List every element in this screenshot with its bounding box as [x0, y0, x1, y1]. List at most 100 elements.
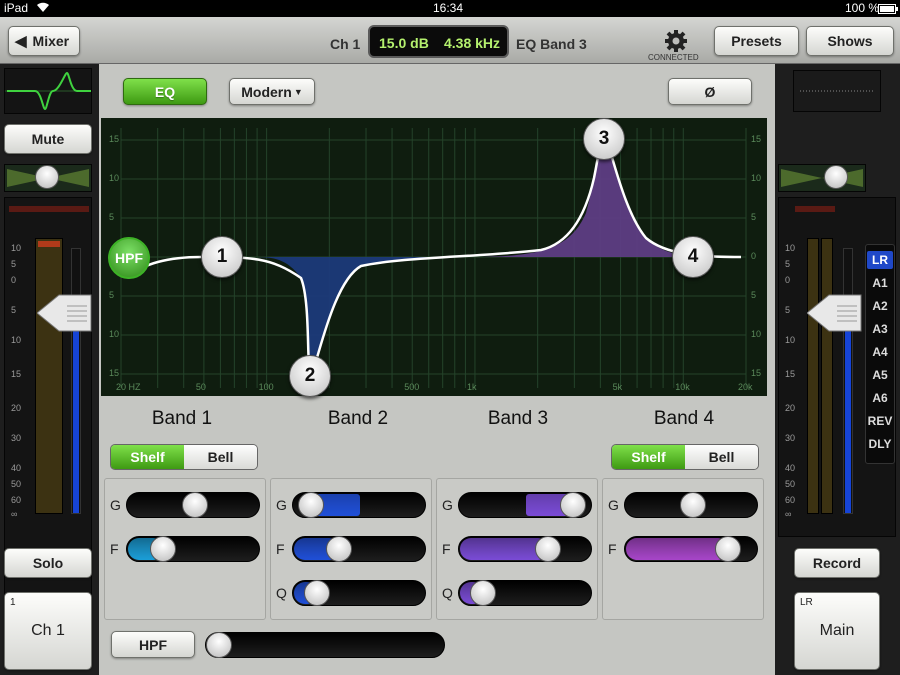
master-pan-knob[interactable] [824, 165, 848, 189]
band-4-shelf-option[interactable]: Shelf [612, 445, 685, 469]
band-3-q-slider[interactable] [458, 580, 592, 606]
master-eq-thumbnail[interactable] [793, 70, 881, 112]
right-master-strip: 10 5 0 5 10 15 20 30 40 50 60 ∞ LR A1 A2 A3 A4 A5 A6 REV DL… [775, 64, 900, 675]
bus-selector[interactable]: LR A1 A2 A3 A4 A5 A6 REV DLY [865, 244, 895, 464]
bus-name: LR [800, 597, 813, 608]
main-mix-button[interactable]: LR Main [794, 592, 880, 670]
battery-percent: 100 % [845, 1, 880, 15]
band-4-node-label: 4 [687, 246, 699, 267]
fader-handle[interactable] [36, 294, 93, 332]
battery-icon [878, 3, 898, 17]
mute-button[interactable]: Mute [4, 124, 92, 154]
master-pan-control[interactable] [778, 164, 866, 192]
eq-graph[interactable]: 1515101055005510101515 20 HZ501005001k5k… [101, 118, 767, 397]
eq-mode-dropdown[interactable]: Modern ▼ [229, 78, 315, 105]
pan-knob[interactable] [35, 165, 59, 189]
band-2-f-slider[interactable] [292, 536, 426, 562]
band-1-bell-option[interactable]: Bell [184, 445, 257, 469]
master-fader-track [843, 248, 853, 514]
band-3-f-slider[interactable] [458, 536, 592, 562]
db-tick-label: 10 [751, 173, 762, 183]
master-fader-handle[interactable] [806, 294, 863, 332]
db-tick-label: 10 [751, 329, 762, 339]
fader-scale-label: 50 [11, 479, 22, 489]
bus-item[interactable]: A6 [867, 389, 893, 407]
fader-scale-label: 60 [785, 495, 796, 505]
bus-item[interactable]: A2 [867, 297, 893, 315]
band-4-f-slider[interactable] [624, 536, 758, 562]
freq-tick-label: 500 [404, 382, 420, 392]
bus-item[interactable]: REV [867, 412, 893, 430]
master-fader-area[interactable]: 10 5 0 5 10 15 20 30 40 50 60 ∞ LR A1 A2 A3 A4 A5 A6 REV DL… [778, 197, 896, 537]
channel-name: Ch 1 [31, 622, 65, 639]
fader-scale-label: 5 [11, 259, 17, 269]
fader-area[interactable]: 10 5 0 5 10 15 20 30 40 50 60 ∞ [4, 197, 92, 607]
band-1-f-knob[interactable] [150, 536, 177, 562]
band-4-node[interactable]: 4 [672, 236, 714, 278]
band-2-node-label: 2 [304, 365, 316, 386]
hpf-slider[interactable] [205, 632, 445, 658]
shows-button[interactable]: Shows [806, 26, 894, 56]
presets-button[interactable]: Presets [714, 26, 799, 56]
bus-item[interactable]: A3 [867, 320, 893, 338]
fader-scale-label: 0 [11, 275, 17, 285]
bus-item[interactable]: A4 [867, 343, 893, 361]
band-2-f-knob[interactable] [325, 536, 352, 562]
hpf-slider-knob[interactable] [206, 632, 232, 658]
band-4-g-slider[interactable] [624, 492, 758, 518]
band-2-f-label: F [276, 541, 285, 557]
band-2-q-slider[interactable] [292, 580, 426, 606]
band-1-node[interactable]: 1 [201, 236, 243, 278]
fader-scale-label: 10 [11, 335, 22, 345]
status-bar: iPad 16:34 100 % [0, 0, 900, 17]
band-4-bell-option[interactable]: Bell [685, 445, 758, 469]
eq-toggle-button[interactable]: EQ [123, 78, 207, 105]
fader-scale-label: 15 [785, 369, 796, 379]
record-button[interactable]: Record [794, 548, 880, 578]
band-3-q-knob[interactable] [469, 580, 496, 606]
fader-scale-label: 10 [11, 243, 22, 253]
fader-scale-label: 20 [785, 403, 796, 413]
band-3-g-slider[interactable] [458, 492, 592, 518]
band-3-node[interactable]: 3 [583, 118, 625, 160]
eq-thumbnail[interactable] [4, 68, 92, 114]
fader-scale-label: 60 [11, 495, 22, 505]
channel-select-button[interactable]: 1 Ch 1 [4, 592, 92, 670]
fader-track [71, 248, 81, 514]
band-4-f-knob[interactable] [715, 536, 742, 562]
band-1-g-knob[interactable] [182, 492, 209, 518]
band-3-g-knob[interactable] [559, 492, 586, 518]
db-tick-label: 5 [109, 290, 115, 300]
bus-item[interactable]: DLY [867, 435, 893, 453]
band-2-node[interactable]: 2 [289, 355, 331, 397]
band-4-g-knob[interactable] [680, 492, 707, 518]
left-channel-strip: Mute 10 5 0 5 10 15 20 30 40 50 60 ∞ Solo 1 Ch 1 [0, 64, 99, 675]
fader-scale-label: 30 [785, 433, 796, 443]
band-1-g-slider[interactable] [126, 492, 260, 518]
mixer-back-label: Mixer [32, 33, 70, 49]
band-3-title: Band 3 [487, 408, 549, 429]
eq-mode-value: Modern [241, 83, 292, 100]
band-3-f-knob[interactable] [535, 536, 562, 562]
hpf-button[interactable]: HPF [111, 631, 195, 658]
readout-display: 15.0 dB 4.38 kHz [368, 25, 509, 58]
bus-item[interactable]: A5 [867, 366, 893, 384]
band-1-shelf-option[interactable]: Shelf [111, 445, 184, 469]
mixer-back-button[interactable]: ◀ Mixer [8, 26, 80, 56]
band-1-f-slider[interactable] [126, 536, 260, 562]
band-1-shape-toggle[interactable]: Shelf Bell [110, 444, 258, 470]
phase-invert-button[interactable]: Ø [668, 78, 752, 105]
band-2-q-knob[interactable] [303, 580, 330, 606]
band-4-shape-toggle[interactable]: Shelf Bell [611, 444, 759, 470]
band-2-g-slider[interactable] [292, 492, 426, 518]
level-meter [35, 238, 63, 514]
bus-item[interactable]: LR [867, 251, 893, 269]
bus-item[interactable]: A1 [867, 274, 893, 292]
solo-button[interactable]: Solo [4, 548, 92, 578]
fader-scale-label: 50 [785, 479, 796, 489]
eq-editor: EQ Modern ▼ Ø 1515101055005510101515 20 … [99, 64, 775, 675]
pan-control[interactable] [4, 164, 92, 192]
fader-scale-label: 5 [785, 305, 791, 315]
db-tick-label: 0 [751, 251, 757, 261]
hpf-node[interactable]: HPF [108, 237, 150, 279]
